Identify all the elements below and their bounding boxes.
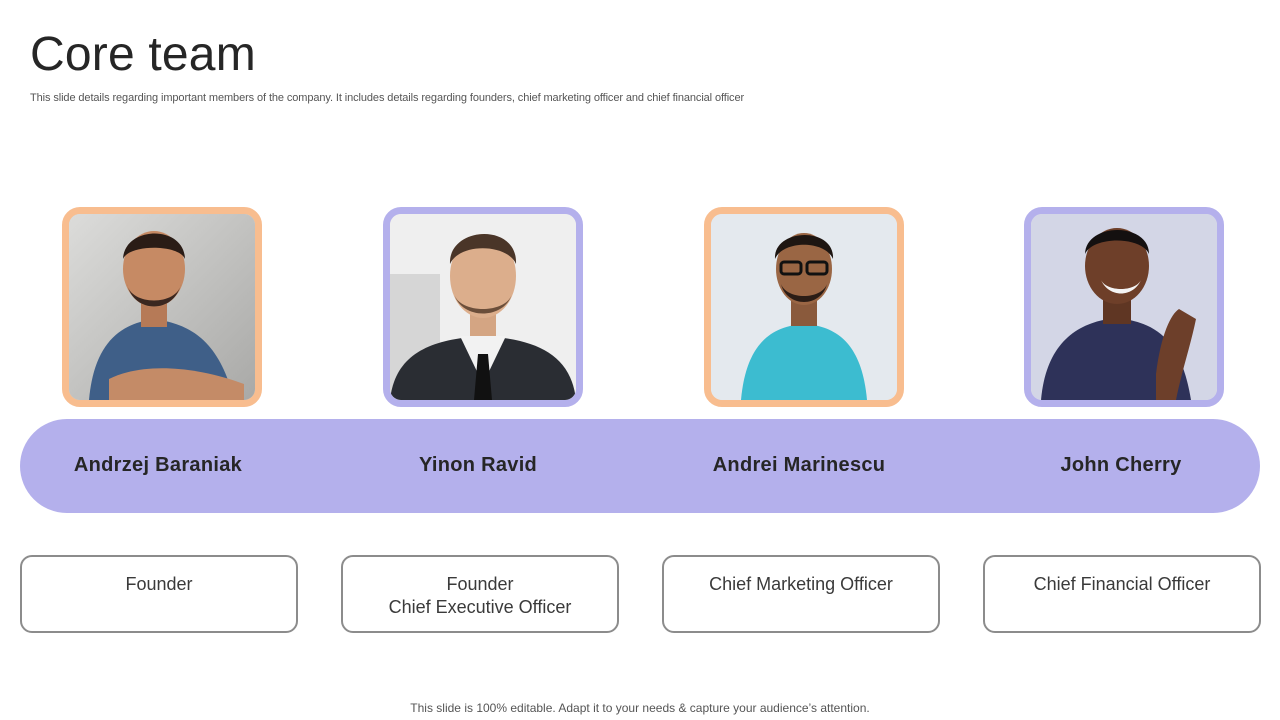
role-box-1: Founder — [20, 555, 298, 633]
member-name-1: Andrzej Baraniak — [73, 454, 243, 476]
role-label: Chief Executive Officer — [388, 597, 572, 617]
person-photo-icon — [1031, 214, 1217, 400]
role-box-4: Chief Financial Officer — [983, 555, 1261, 633]
role-box-3: Chief Marketing Officer — [662, 555, 940, 633]
member-name-4: John Cherry — [1060, 454, 1182, 476]
team-photo-3 — [704, 207, 904, 407]
member-name-2: Yinon Ravid — [418, 454, 538, 476]
role-label: Chief Financial Officer — [1033, 574, 1211, 594]
role-label: Founder — [125, 574, 193, 594]
page-subtitle: This slide details regarding important m… — [30, 92, 745, 104]
footer-note: This slide is 100% editable. Adapt it to… — [410, 701, 870, 715]
member-name-3: Andrei Marinescu — [712, 454, 886, 476]
person-photo-icon — [390, 214, 576, 400]
person-photo-icon — [69, 214, 255, 400]
team-photo-1 — [62, 207, 262, 407]
role-box-2: Founder Chief Executive Officer — [341, 555, 619, 633]
page-title: Core team — [30, 28, 256, 81]
person-photo-icon — [711, 214, 897, 400]
role-label: Founder — [446, 574, 514, 594]
team-photo-4 — [1024, 207, 1224, 407]
team-photo-2 — [383, 207, 583, 407]
role-label: Chief Marketing Officer — [709, 574, 893, 594]
